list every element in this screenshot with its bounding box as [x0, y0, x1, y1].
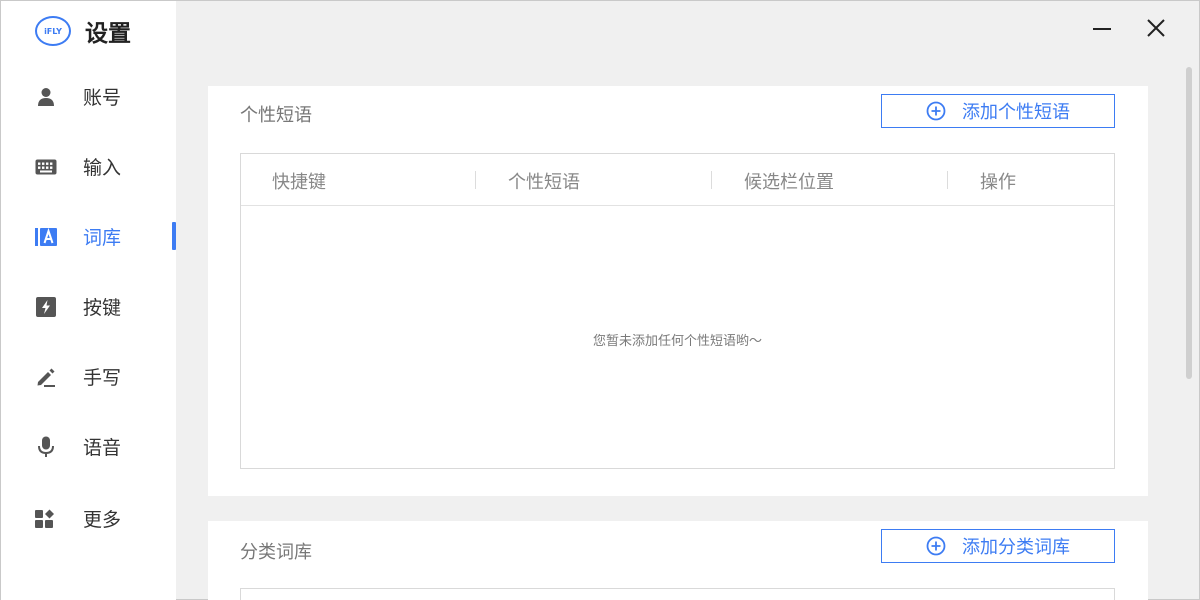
table-header: 快捷键 个性短语 候选栏位置 操作: [241, 154, 1114, 206]
column-header-actions: 操作: [980, 172, 1016, 193]
sidebar-item-label: 手写: [83, 366, 122, 389]
personal-phrases-card: 个性短语 添加个性短语 快捷键 个性短语 候选栏位置 操作 您暂未添加任何个性短…: [208, 86, 1148, 496]
column-header-phrase: 个性短语: [508, 172, 580, 193]
column-divider: [711, 171, 712, 189]
add-personal-phrase-button[interactable]: 添加个性短语: [881, 94, 1115, 128]
sidebar-item-label: 语音: [83, 436, 122, 459]
column-divider: [947, 171, 948, 189]
sidebar-item-more[interactable]: 更多: [1, 498, 176, 538]
empty-state-text: 您暂未添加任何个性短语哟～: [592, 334, 762, 349]
lightning-icon: [35, 296, 57, 318]
sidebar-item-input[interactable]: 输入: [1, 146, 176, 186]
sidebar-item-keys[interactable]: 按键: [1, 286, 176, 326]
button-label: 添加分类词库: [962, 537, 1070, 558]
app-title: 设置: [85, 21, 131, 47]
more-grid-icon: [35, 508, 57, 530]
sidebar-item-dictionary[interactable]: 词库: [1, 216, 176, 256]
sidebar-item-label: 按键: [83, 296, 122, 319]
category-dictionary-card: 分类词库 添加分类词库: [208, 521, 1148, 600]
sidebar-item-voice[interactable]: 语音: [1, 426, 176, 466]
section-title: 个性短语: [240, 105, 312, 126]
plus-circle-icon: [926, 536, 946, 556]
add-category-dictionary-button[interactable]: 添加分类词库: [881, 529, 1115, 563]
button-label: 添加个性短语: [962, 102, 1070, 123]
category-table: [240, 588, 1115, 600]
dictionary-icon: [35, 226, 57, 248]
ifly-logo: iFLY: [35, 16, 71, 46]
sidebar-item-label: 输入: [83, 156, 122, 179]
column-header-candidate-position: 候选栏位置: [744, 172, 834, 193]
user-icon: [35, 86, 57, 108]
microphone-icon: [35, 436, 57, 458]
pen-icon: [35, 366, 57, 388]
column-divider: [475, 171, 476, 189]
scrollbar-thumb[interactable]: [1186, 67, 1192, 379]
column-header-shortcut: 快捷键: [272, 172, 326, 193]
sidebar: iFLY 设置 账号 输入 词库 按键 手写 语音 更多: [1, 1, 176, 600]
sidebar-item-account[interactable]: 账号: [1, 76, 176, 116]
plus-circle-icon: [926, 101, 946, 121]
sidebar-item-handwriting[interactable]: 手写: [1, 356, 176, 396]
settings-window: iFLY 设置 账号 输入 词库 按键 手写 语音 更多 个性短语 添加个性短语…: [0, 0, 1200, 600]
sidebar-item-label: 更多: [83, 508, 122, 531]
close-icon: [1146, 18, 1166, 42]
keyboard-icon: [35, 156, 57, 178]
active-indicator: [172, 222, 176, 250]
sidebar-item-label: 词库: [83, 226, 122, 249]
sidebar-item-label: 账号: [83, 86, 122, 109]
brand: iFLY 设置: [35, 15, 131, 47]
minimize-icon: [1092, 18, 1112, 42]
close-button[interactable]: [1141, 15, 1171, 45]
minimize-button[interactable]: [1087, 15, 1117, 45]
phrases-table: 快捷键 个性短语 候选栏位置 操作 您暂未添加任何个性短语哟～: [240, 153, 1115, 469]
section-title: 分类词库: [240, 542, 312, 563]
